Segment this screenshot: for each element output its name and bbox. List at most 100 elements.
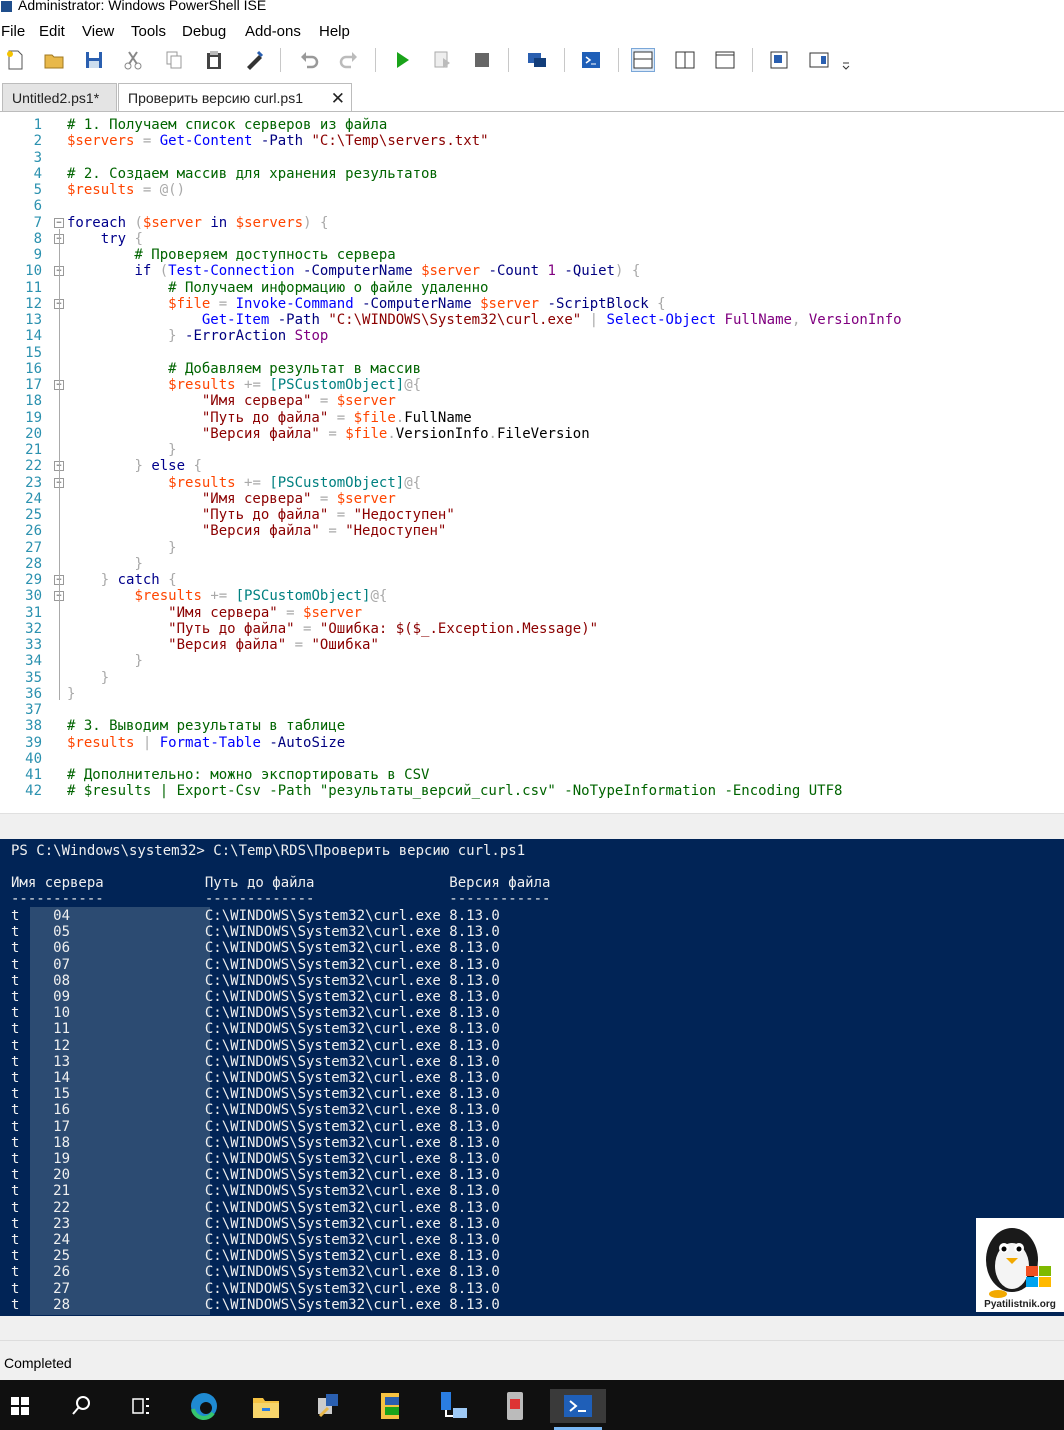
windows-start-icon[interactable] [3, 1389, 37, 1423]
code-line[interactable]: $results += [PSCustomObject]@{ [67, 377, 421, 393]
show-addon-icon[interactable] [807, 48, 831, 72]
code-line[interactable]: # Проверяем доступность сервера [67, 247, 395, 263]
menu-help[interactable]: Help [319, 23, 350, 40]
line-number: 3 [33, 149, 42, 166]
line-number: 29 [25, 572, 42, 588]
cut-icon[interactable] [121, 48, 145, 72]
paste-icon[interactable] [202, 48, 226, 72]
tab-untitled2[interactable]: Untitled2.ps1* [2, 83, 117, 112]
copy-icon[interactable] [162, 48, 186, 72]
file-explorer-icon[interactable] [249, 1389, 283, 1423]
toolbar-overflow-icon[interactable] [840, 48, 852, 72]
code-line[interactable]: foreach ($server in $servers) { [67, 215, 328, 231]
code-line[interactable]: "Путь до файла" = "Ошибка: $($_.Exceptio… [67, 621, 598, 637]
code-line[interactable]: "Путь до файла" = "Недоступен" [67, 507, 455, 523]
code-line[interactable]: } else { [67, 458, 201, 474]
table-row: t 16 C:\WINDOWS\System32\curl.exe 8.13.0 [11, 1102, 500, 1119]
new-icon[interactable] [3, 48, 27, 72]
tab-check-curl-version[interactable]: Проверить версию curl.ps1 ✕ [118, 83, 352, 112]
line-number: 27 [25, 539, 42, 556]
console-pane[interactable]: PS C:\Windows\system32> C:\Temp\RDS\Пров… [0, 839, 1064, 1316]
menu-tools[interactable]: Tools [131, 23, 166, 40]
code-line[interactable]: } [67, 556, 142, 572]
code-line[interactable]: } [67, 442, 176, 458]
script-pane-top-icon[interactable] [631, 48, 655, 72]
menu-view[interactable]: View [82, 23, 114, 40]
code-line[interactable]: # $results | Export-Csv -Path "результат… [67, 783, 842, 799]
code-line[interactable]: $results += [PSCustomObject]@{ [67, 588, 387, 604]
code-line[interactable]: } catch { [67, 572, 177, 588]
powershell-ise-icon[interactable] [550, 1389, 606, 1430]
code-line[interactable]: } [67, 670, 109, 686]
code-line[interactable]: Get-Item -Path "C:\WINDOWS\System32\curl… [67, 312, 902, 328]
start-powershell-icon[interactable] [579, 48, 603, 72]
code-line[interactable]: "Имя сервера" = $server [67, 491, 396, 507]
watermark-text: Pyatilistnik.org [984, 1299, 1056, 1310]
script-pane-right-icon[interactable] [673, 48, 697, 72]
code-line[interactable]: try { [67, 231, 143, 247]
code-line[interactable]: $results = @() [67, 182, 185, 198]
task-view-icon[interactable] [124, 1389, 158, 1423]
network-icon[interactable] [436, 1389, 470, 1423]
code-line[interactable]: $results += [PSCustomObject]@{ [67, 475, 421, 491]
table-row: t 24 C:\WINDOWS\System32\curl.exe 8.13.0 [11, 1232, 500, 1248]
stop-icon[interactable] [470, 48, 494, 72]
table-row: t 12 C:\WINDOWS\System32\curl.exe 8.13.0 [11, 1037, 500, 1054]
run-icon[interactable] [390, 48, 414, 72]
fold-toggle-icon[interactable]: − [54, 217, 64, 228]
menu-addons[interactable]: Add-ons [245, 23, 301, 40]
code-line[interactable]: # Получаем информацию о файле удаленно [67, 280, 488, 296]
code-line[interactable]: } [67, 653, 142, 669]
code-line[interactable]: "Имя сервера" = $server [67, 605, 362, 621]
line-number: 38 [25, 718, 42, 735]
code-line[interactable]: if (Test-Connection -ComputerName $serve… [67, 263, 640, 279]
code-line[interactable]: # 3. Выводим результаты в таблице [67, 718, 345, 734]
line-number: 2 [33, 133, 42, 150]
line-number: 9 [33, 247, 42, 263]
menu-debug[interactable]: Debug [182, 23, 226, 40]
code-line[interactable]: $servers = Get-Content -Path "C:\Temp\se… [67, 133, 489, 149]
code-line[interactable]: # 2. Создаем массив для хранения результ… [67, 166, 438, 182]
menu-file[interactable]: File [1, 23, 25, 40]
code-line[interactable]: "Версия файла" = "Ошибка" [67, 637, 379, 653]
commands-icon[interactable] [767, 48, 791, 72]
code-line[interactable]: } [67, 540, 176, 556]
remote-powershell-icon[interactable] [525, 48, 549, 72]
run-selection-icon[interactable] [430, 48, 454, 72]
status-bar: Completed [0, 1340, 1064, 1380]
code-line[interactable]: } [67, 686, 75, 702]
code-line[interactable]: "Имя сервера" = $server [67, 393, 396, 409]
code-line[interactable]: # Добавляем результат в массив [67, 361, 421, 377]
table-row: t 05 C:\WINDOWS\System32\curl.exe 8.13.0 [11, 924, 500, 941]
script-pane-max-icon[interactable] [713, 48, 737, 72]
save-icon[interactable] [82, 48, 106, 72]
code-line[interactable]: # 1. Получаем список серверов из файла [67, 117, 387, 133]
code-line[interactable]: "Версия файла" = "Недоступен" [67, 523, 446, 539]
script-editor[interactable]: 1 # 1. Получаем список серверов из файла 2… [0, 116, 1064, 812]
line-number: 25 [25, 507, 42, 523]
edge-icon[interactable] [187, 1389, 221, 1423]
table-row: t 23 C:\WINDOWS\System32\curl.exe 8.13.0 [11, 1215, 500, 1232]
line-number: 18 [25, 393, 42, 410]
close-icon[interactable]: ✕ [331, 84, 345, 113]
line-number: 30 [25, 588, 42, 605]
undo-icon[interactable] [297, 48, 321, 72]
table-row: t 17 C:\WINDOWS\System32\curl.exe 8.13.0 [11, 1118, 500, 1135]
powershell-folder-icon[interactable] [374, 1389, 408, 1423]
pane-splitter[interactable] [0, 813, 1064, 839]
redo-icon[interactable] [337, 48, 361, 72]
code-line[interactable]: $file = Invoke-Command -ComputerName $se… [67, 296, 665, 312]
code-line[interactable]: $results | Format-Table -AutoSize [67, 735, 345, 751]
search-icon[interactable] [64, 1389, 98, 1423]
code-line[interactable]: } -ErrorAction Stop [67, 328, 328, 344]
server-manager-icon[interactable] [311, 1389, 345, 1423]
open-icon[interactable] [42, 48, 66, 72]
code-line[interactable]: # Дополнительно: можно экспортировать в … [67, 767, 429, 783]
code-line[interactable]: "Путь до файла" = $file.FullName [67, 410, 472, 426]
table-row: t 15 C:\WINDOWS\System32\curl.exe 8.13.0 [11, 1086, 500, 1103]
remote-desktop-icon[interactable] [498, 1389, 532, 1423]
code-line[interactable]: "Версия файла" = $file.VersionInfo.FileV… [67, 426, 590, 442]
menu-edit[interactable]: Edit [39, 23, 65, 40]
console-scroll-area [0, 1316, 1064, 1340]
clear-icon[interactable] [242, 48, 266, 72]
